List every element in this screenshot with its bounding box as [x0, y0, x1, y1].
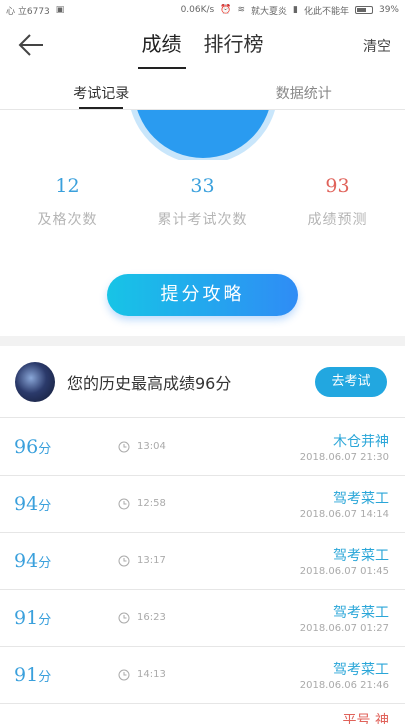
tab-scores[interactable]: 成绩	[142, 28, 182, 63]
list-item[interactable]: 94分 12:58 驾考菜工 2018.06.07 14:14	[0, 476, 405, 533]
record-duration: 12:58	[137, 498, 166, 509]
record-duration: 13:17	[137, 555, 166, 566]
clock-icon	[118, 555, 130, 567]
record-duration: 14:13	[137, 669, 166, 680]
stat-label: 成绩预测	[270, 209, 405, 229]
record-score: 91分	[14, 607, 51, 629]
record-date: 2018.06.07 01:27	[300, 623, 389, 634]
sub-tabs: 考试记录 数据统计	[0, 70, 405, 110]
clock-icon	[118, 498, 130, 510]
tab-data-stats[interactable]: 数据统计	[203, 70, 405, 109]
battery-level: 39%	[379, 5, 399, 15]
record-name: 平号 神	[343, 710, 389, 724]
list-item[interactable]: 94分 13:17 驾考菜工 2018.06.07 01:45	[0, 533, 405, 590]
record-score: 91分	[14, 664, 51, 686]
clear-button[interactable]: 清空	[363, 36, 391, 56]
record-score: 94分	[14, 493, 51, 515]
top-nav: 成绩 排行榜 清空	[0, 20, 405, 70]
list-item[interactable]: 平号 神	[0, 704, 405, 724]
score-circle	[134, 110, 272, 158]
tab-exam-records[interactable]: 考试记录	[0, 70, 203, 109]
clock-icon	[118, 441, 130, 453]
list-item[interactable]: 91分 14:13 驾考菜工 2018.06.06 21:46	[0, 647, 405, 704]
stat-pass-count: 12 及格次数	[0, 175, 135, 245]
record-date: 2018.06.06 21:46	[300, 680, 389, 691]
record-score: 94分	[14, 550, 51, 572]
clock-icon	[118, 669, 130, 681]
score-circle-area	[0, 110, 405, 160]
carrier-1: 就大夏炎	[251, 4, 287, 17]
carrier-2: 化此不能年	[304, 4, 349, 17]
record-duration: 13:04	[137, 441, 166, 452]
stats-row: 12 及格次数 33 累计考试次数 93 成绩预测	[0, 175, 405, 245]
back-arrow-icon	[16, 32, 46, 58]
alarm-icon: ⏰	[220, 5, 231, 15]
list-item[interactable]: 91分 16:23 驾考菜工 2018.06.07 01:27	[0, 590, 405, 647]
status-left-text: 心 立6773	[6, 4, 50, 17]
avatar[interactable]	[15, 362, 55, 402]
battery-icon	[355, 6, 373, 14]
record-name: 木仓茾神	[333, 431, 389, 451]
notification-icon: ▣	[56, 5, 65, 15]
section-divider	[0, 336, 405, 346]
record-name: 驾考菜工	[333, 488, 389, 508]
wifi-icon: ≋	[237, 5, 245, 15]
record-date: 2018.06.07 21:30	[300, 452, 389, 463]
stat-value: 93	[270, 175, 405, 197]
tab-ranking[interactable]: 排行榜	[204, 28, 264, 63]
stat-value: 12	[0, 175, 135, 197]
record-name: 驾考菜工	[333, 545, 389, 565]
best-score-row: 您的历史最高成绩96分 去考试	[0, 346, 405, 418]
stat-label: 累计考试次数	[135, 209, 270, 229]
signal-icon: ▮	[293, 5, 298, 15]
stat-value: 33	[135, 175, 270, 197]
best-score-text: 您的历史最高成绩96分	[67, 370, 315, 394]
record-name: 驾考菜工	[333, 602, 389, 622]
list-item[interactable]: 96分 13:04 木仓茾神 2018.06.07 21:30	[0, 419, 405, 476]
stat-label: 及格次数	[0, 209, 135, 229]
record-score: 96分	[14, 436, 51, 458]
boost-strategy-button[interactable]: 提分攻略	[107, 274, 298, 316]
record-date: 2018.06.07 01:45	[300, 566, 389, 577]
clock-icon	[118, 612, 130, 624]
stat-total-exams: 33 累计考试次数	[135, 175, 270, 245]
back-button[interactable]	[16, 32, 46, 58]
status-bar: 心 立6773 ▣ 0.06K/s ⏰ ≋ 就大夏炎 ▮ 化此不能年 39%	[0, 0, 405, 20]
network-speed: 0.06K/s	[181, 5, 215, 15]
record-date: 2018.06.07 14:14	[300, 509, 389, 520]
record-duration: 16:23	[137, 612, 166, 623]
record-name: 驾考菜工	[333, 659, 389, 679]
go-exam-button[interactable]: 去考试	[315, 367, 387, 397]
exam-records-list: 96分 13:04 木仓茾神 2018.06.07 21:30 94分 12:5…	[0, 419, 405, 724]
stat-score-prediction: 93 成绩预测	[270, 175, 405, 245]
